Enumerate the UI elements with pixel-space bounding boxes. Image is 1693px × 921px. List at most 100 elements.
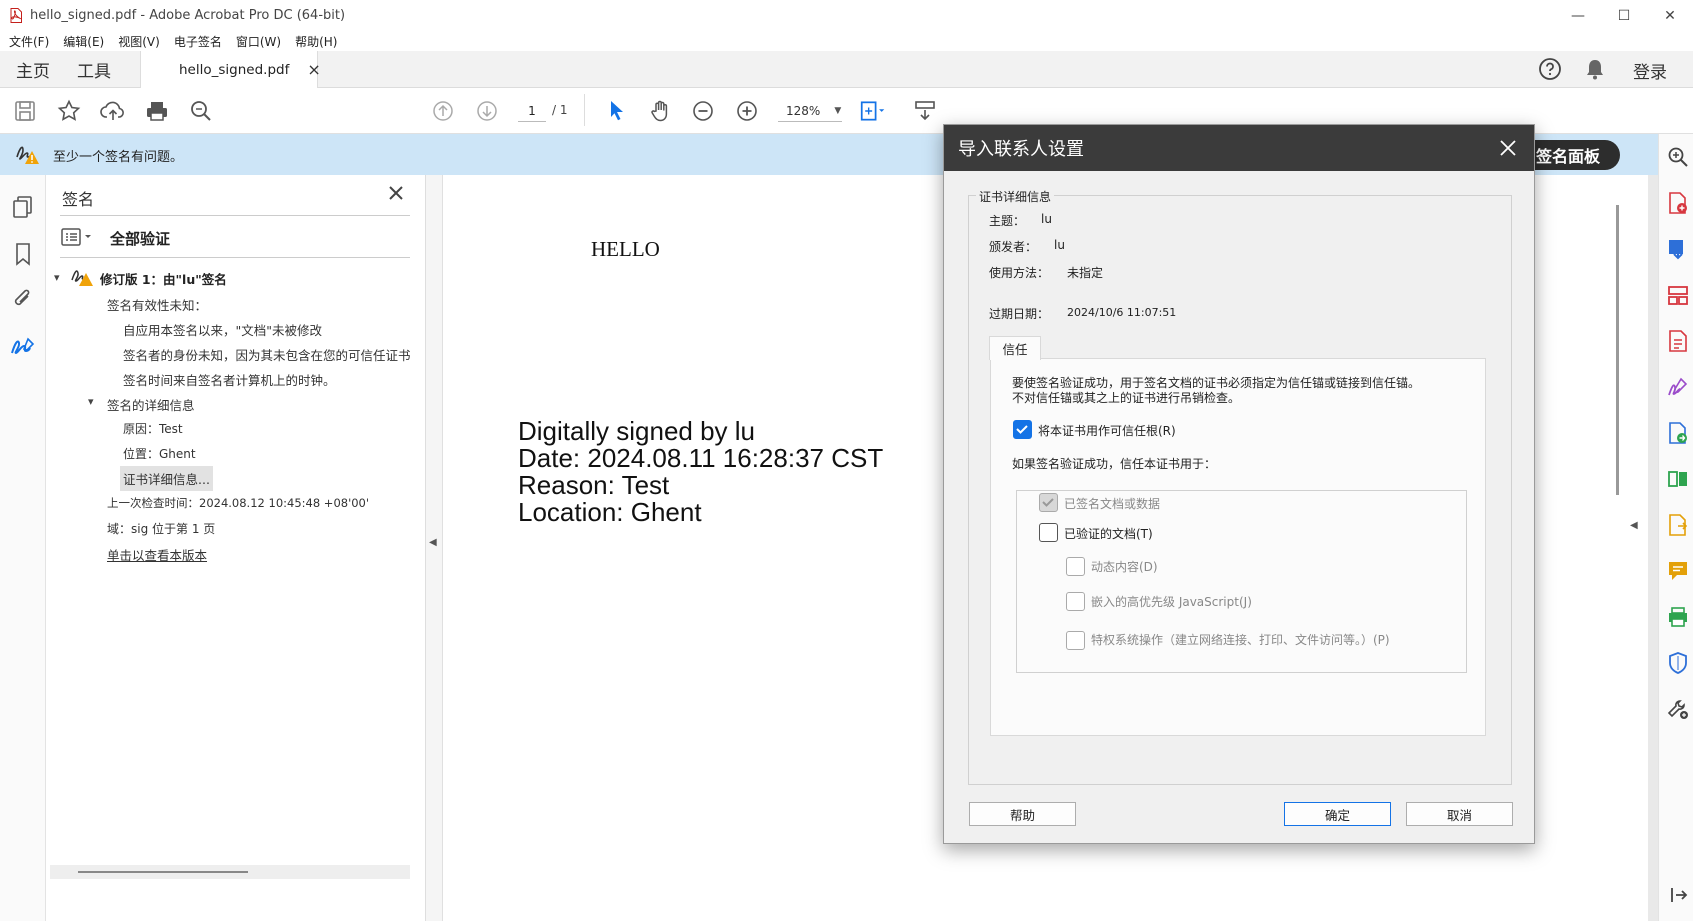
dialog-title-text: 导入联系人设置: [958, 139, 1084, 160]
options-menu-icon[interactable]: [60, 226, 94, 252]
certified-docs-label[interactable]: 已验证的文档(T): [1064, 525, 1153, 542]
export-file-icon[interactable]: [1667, 514, 1689, 536]
tab-document[interactable]: hello_signed.pdf ×: [140, 51, 321, 88]
menu-help[interactable]: 帮助(H): [295, 33, 337, 50]
close-dialog-icon[interactable]: [1499, 139, 1517, 162]
sig-line: Reason: Test: [518, 470, 670, 500]
time-note-text: 签名时间来自签名者计算机上的时钟。: [123, 373, 336, 388]
send-for-signature-icon[interactable]: [1667, 422, 1689, 444]
revision-item[interactable]: 修订版 1：由"lu"签名: [100, 269, 227, 288]
zoom-level-value: 128%: [786, 103, 821, 118]
details-header[interactable]: 签名的详细信息: [107, 395, 195, 414]
tab-home[interactable]: 主页: [16, 51, 50, 87]
compare-files-icon[interactable]: [1667, 468, 1689, 490]
expand-chevron-icon[interactable]: ▾: [88, 395, 94, 408]
menu-view[interactable]: 视图(V): [118, 33, 160, 50]
star-icon[interactable]: [56, 98, 82, 124]
menu-esign[interactable]: 电子签名: [174, 33, 222, 50]
horizontal-scrollbar[interactable]: [50, 865, 410, 879]
signed-docs-checkbox[interactable]: [1039, 493, 1058, 512]
javascript-checkbox[interactable]: [1066, 592, 1085, 611]
expand-chevron-icon[interactable]: ▾: [54, 271, 60, 284]
document-scrollbar[interactable]: [1612, 175, 1626, 921]
menu-window[interactable]: 窗口(W): [236, 33, 281, 50]
maximize-button[interactable]: ☐: [1601, 0, 1647, 31]
tab-trust[interactable]: 信任: [989, 336, 1041, 360]
attachment-icon[interactable]: [12, 287, 34, 315]
close-window-button[interactable]: ✕: [1647, 0, 1693, 31]
scan-print-icon[interactable]: [1667, 606, 1689, 628]
collapse-left-icon[interactable]: ◀: [429, 537, 437, 548]
signature-warning-icon: [70, 267, 94, 291]
minimize-button[interactable]: —: [1555, 0, 1601, 31]
identity-unknown-text: 签名者的身份未知，因为其未包含在您的可信任证书: [123, 348, 411, 363]
cert-details-item[interactable]: 证书详细信息...: [120, 466, 213, 491]
fit-page-icon[interactable]: [860, 98, 886, 124]
protect-shield-icon[interactable]: [1667, 652, 1689, 674]
menu-file[interactable]: 文件(F): [9, 33, 49, 50]
next-page-icon[interactable]: [474, 98, 500, 124]
zoom-out-icon[interactable]: [690, 98, 716, 124]
collapse-right-icon[interactable]: ◀: [1630, 520, 1638, 531]
fill-sign-icon[interactable]: [1667, 376, 1689, 398]
validate-all-button[interactable]: 全部验证: [110, 228, 170, 249]
menu-edit[interactable]: 编辑(E): [63, 33, 104, 50]
close-tab-icon[interactable]: ×: [307, 60, 320, 79]
dynamic-content-checkbox[interactable]: [1066, 557, 1085, 576]
export-pdf-icon[interactable]: [1667, 238, 1689, 260]
signature-panel-icon[interactable]: [10, 335, 36, 363]
use-as-root-label[interactable]: 将本证书用作可信任根(R): [1038, 422, 1176, 439]
expiry-value: 2024/10/6 11:07:51: [1067, 306, 1177, 319]
sig-line: Location: Ghent: [518, 497, 702, 527]
scrollbar-thumb[interactable]: [78, 871, 248, 873]
comment-icon[interactable]: [1667, 560, 1689, 582]
dialog-title: 导入联系人设置: [944, 125, 1534, 171]
hand-tool-icon[interactable]: [648, 98, 674, 124]
select-cursor-icon[interactable]: [604, 98, 630, 124]
zoom-tool-icon[interactable]: [1667, 146, 1689, 168]
help-button[interactable]: 帮助: [969, 802, 1076, 826]
tab-tools[interactable]: 工具: [77, 51, 111, 87]
zoom-level-dropdown[interactable]: 128% ▼: [778, 100, 842, 122]
create-pdf-icon[interactable]: [1667, 192, 1689, 214]
panel-title: 签名: [62, 190, 95, 209]
cancel-button[interactable]: 取消: [1406, 802, 1513, 826]
collapse-panel-icon[interactable]: [1667, 884, 1689, 906]
prev-page-icon[interactable]: [430, 98, 456, 124]
cloud-upload-icon[interactable]: [100, 98, 126, 124]
save-icon[interactable]: [12, 98, 38, 124]
panel-splitter[interactable]: ◀: [426, 175, 443, 921]
bell-icon[interactable]: [1584, 57, 1606, 81]
left-nav-rail: [0, 175, 46, 921]
field-text: 域：sig 位于第 1 页: [107, 522, 216, 536]
page-total: / 1: [552, 103, 568, 117]
validity-unknown-text: 签名有效性未知：: [107, 298, 208, 313]
panel-divider: [60, 257, 410, 258]
edit-pdf-icon[interactable]: [1667, 330, 1689, 352]
certified-docs-checkbox[interactable]: [1039, 523, 1058, 542]
ok-button[interactable]: 确定: [1284, 802, 1391, 826]
login-button[interactable]: 登录: [1633, 58, 1667, 83]
close-panel-icon[interactable]: [388, 185, 404, 205]
more-tools-icon[interactable]: [1667, 698, 1689, 720]
location-text: 位置：Ghent: [123, 447, 196, 461]
signed-docs-label: 已签名文档或数据: [1064, 497, 1161, 511]
if-success-label: 如果签名验证成功，信任本证书用于：: [1012, 457, 1217, 471]
zoom-search-icon[interactable]: [188, 98, 214, 124]
help-icon[interactable]: [1538, 57, 1562, 81]
print-icon[interactable]: [144, 98, 170, 124]
view-version-link[interactable]: 单击以查看本版本: [107, 545, 207, 564]
zoom-in-icon[interactable]: [734, 98, 760, 124]
privileged-ops-checkbox[interactable]: [1066, 631, 1085, 650]
signature-appearance[interactable]: Digitally signed by lu Date: 2024.08.11 …: [518, 418, 883, 526]
use-as-root-checkbox[interactable]: [1013, 420, 1032, 439]
import-contact-settings-dialog: 导入联系人设置 证书详细信息 主题： lu 颁发者： lu 使用方法： 未指定 …: [943, 124, 1535, 844]
pages-icon[interactable]: [12, 195, 34, 223]
bookmark-icon[interactable]: [14, 242, 32, 270]
dynamic-content-label: 动态内容(D): [1091, 560, 1158, 574]
organize-pages-icon[interactable]: [1667, 284, 1689, 306]
privileged-ops-label: 特权系统操作（建立网络连接、打印、文件访问等。）(P): [1091, 633, 1390, 647]
scroll-mode-icon[interactable]: [912, 98, 938, 124]
page-number-input[interactable]: 1: [518, 100, 546, 122]
scrollbar-thumb[interactable]: [1616, 205, 1619, 495]
